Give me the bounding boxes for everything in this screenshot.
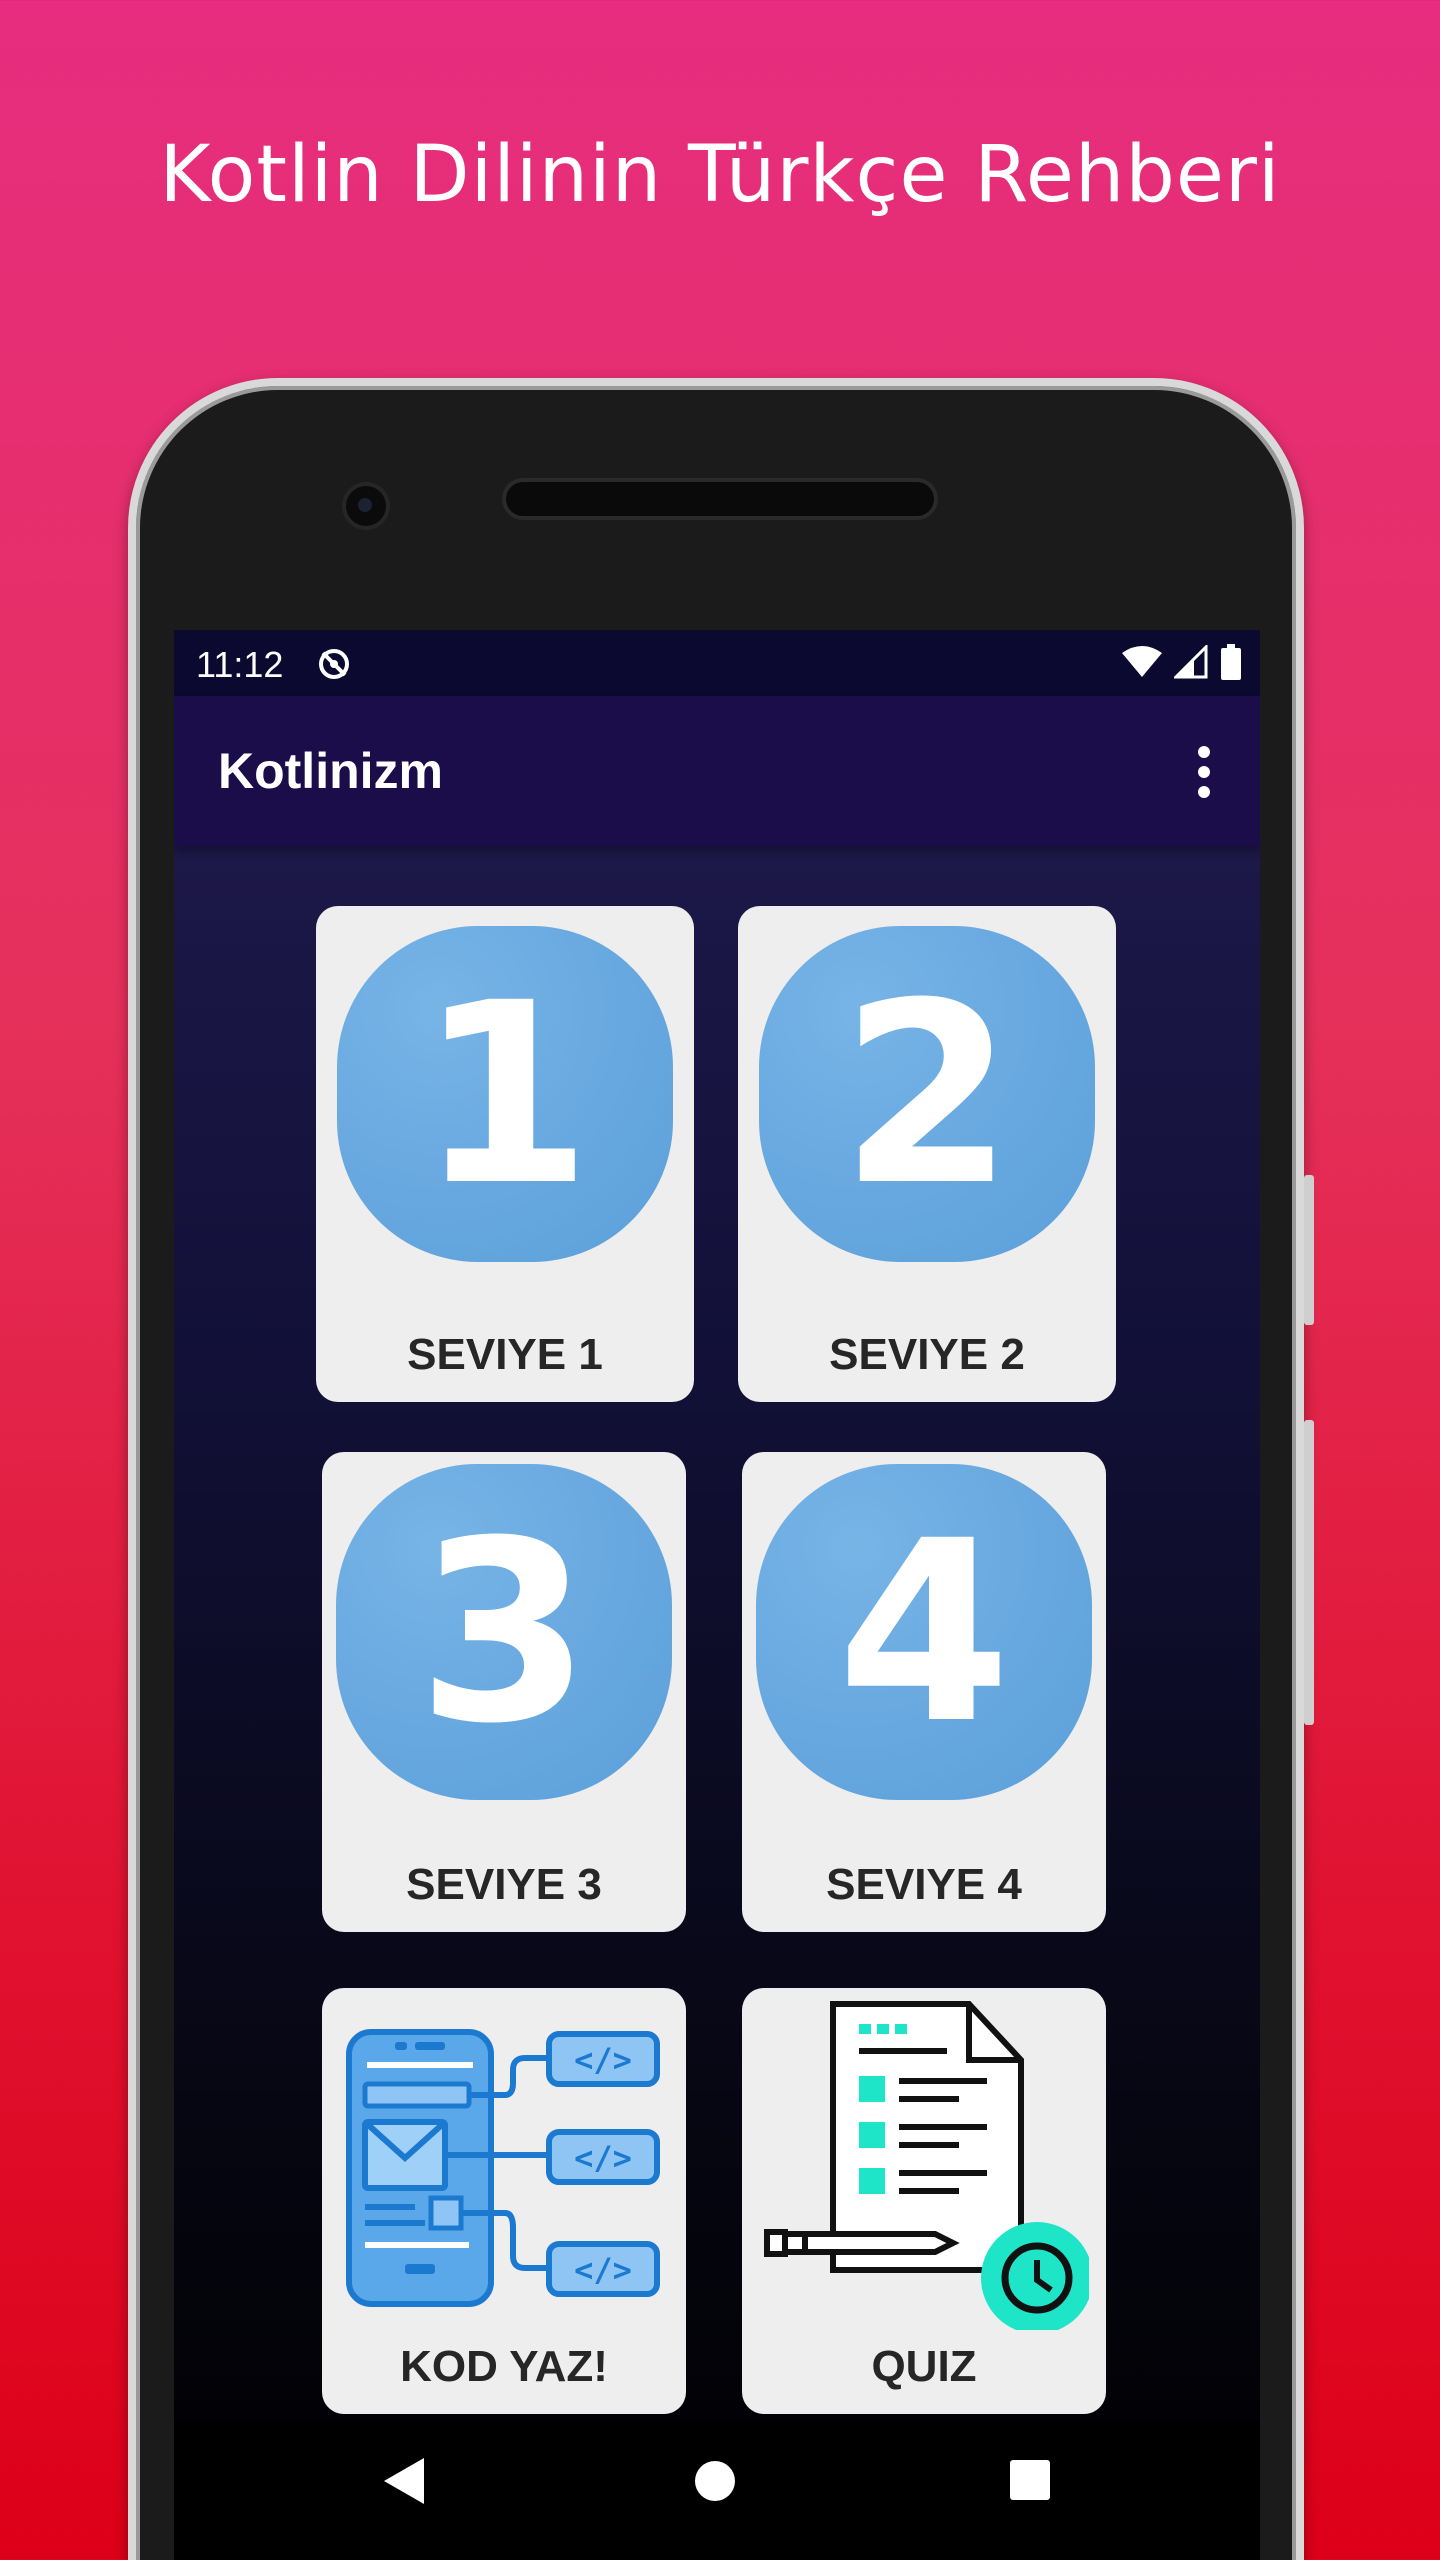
- svg-text:</>: </>: [574, 2139, 632, 2177]
- front-camera: [346, 486, 386, 526]
- level-3-label: SEVIYE 3: [406, 1860, 602, 1909]
- earpiece-speaker: [506, 482, 934, 516]
- phone-screen: 11:12 Kotlinizm 1 SEVIYE 1 2 SEVIYE 2 3 …: [174, 630, 1260, 2560]
- sync-disabled-icon: [316, 646, 352, 687]
- phone-volume-button: [1304, 1175, 1314, 1325]
- promo-title: Kotlin Dilinin Türkçe Rehberi: [159, 130, 1281, 220]
- recents-icon[interactable]: [1010, 2460, 1050, 2505]
- back-icon[interactable]: [380, 2456, 426, 2511]
- level-2-label: SEVIYE 2: [829, 1330, 1025, 1379]
- level-3-card[interactable]: 3 SEVIYE 3: [322, 1452, 686, 1932]
- quiz-document-icon: [759, 2000, 1093, 2335]
- svg-text:</>: </>: [574, 2041, 632, 2079]
- more-vert-icon[interactable]: [1192, 744, 1216, 800]
- phone-power-button: [1304, 1420, 1314, 1725]
- navigation-bar: [174, 2420, 1260, 2560]
- level-1-tile: 1: [337, 926, 673, 1262]
- status-icons: [1122, 643, 1242, 685]
- level-2-tile: 2: [759, 926, 1095, 1262]
- level-4-tile: 4: [756, 1464, 1092, 1800]
- level-4-card[interactable]: 4 SEVIYE 4: [742, 1452, 1106, 1932]
- status-bar: 11:12: [174, 630, 1260, 696]
- wifi-icon: [1122, 645, 1162, 684]
- level-1-label: SEVIYE 1: [407, 1330, 603, 1379]
- quiz-card[interactable]: QUIZ: [742, 1988, 1106, 2414]
- battery-icon: [1220, 644, 1242, 685]
- level-2-card[interactable]: 2 SEVIYE 2: [738, 906, 1116, 1402]
- app-title: Kotlinizm: [218, 743, 443, 799]
- level-1-card[interactable]: 1 SEVIYE 1: [316, 906, 694, 1402]
- quiz-label: QUIZ: [871, 2342, 977, 2391]
- home-icon[interactable]: [694, 2460, 736, 2507]
- write-code-label: KOD YAZ!: [400, 2342, 608, 2391]
- status-time: 11:12: [196, 644, 284, 685]
- app-bar: Kotlinizm: [174, 696, 1260, 846]
- code-app-icon: </> </> </>: [345, 2028, 663, 2313]
- level-4-label: SEVIYE 4: [826, 1860, 1022, 1909]
- level-3-tile: 3: [336, 1464, 672, 1800]
- write-code-card[interactable]: </> </> </> KOD YAZ!: [322, 1988, 686, 2414]
- svg-text:</>: </>: [574, 2251, 632, 2289]
- signal-icon: [1172, 643, 1208, 684]
